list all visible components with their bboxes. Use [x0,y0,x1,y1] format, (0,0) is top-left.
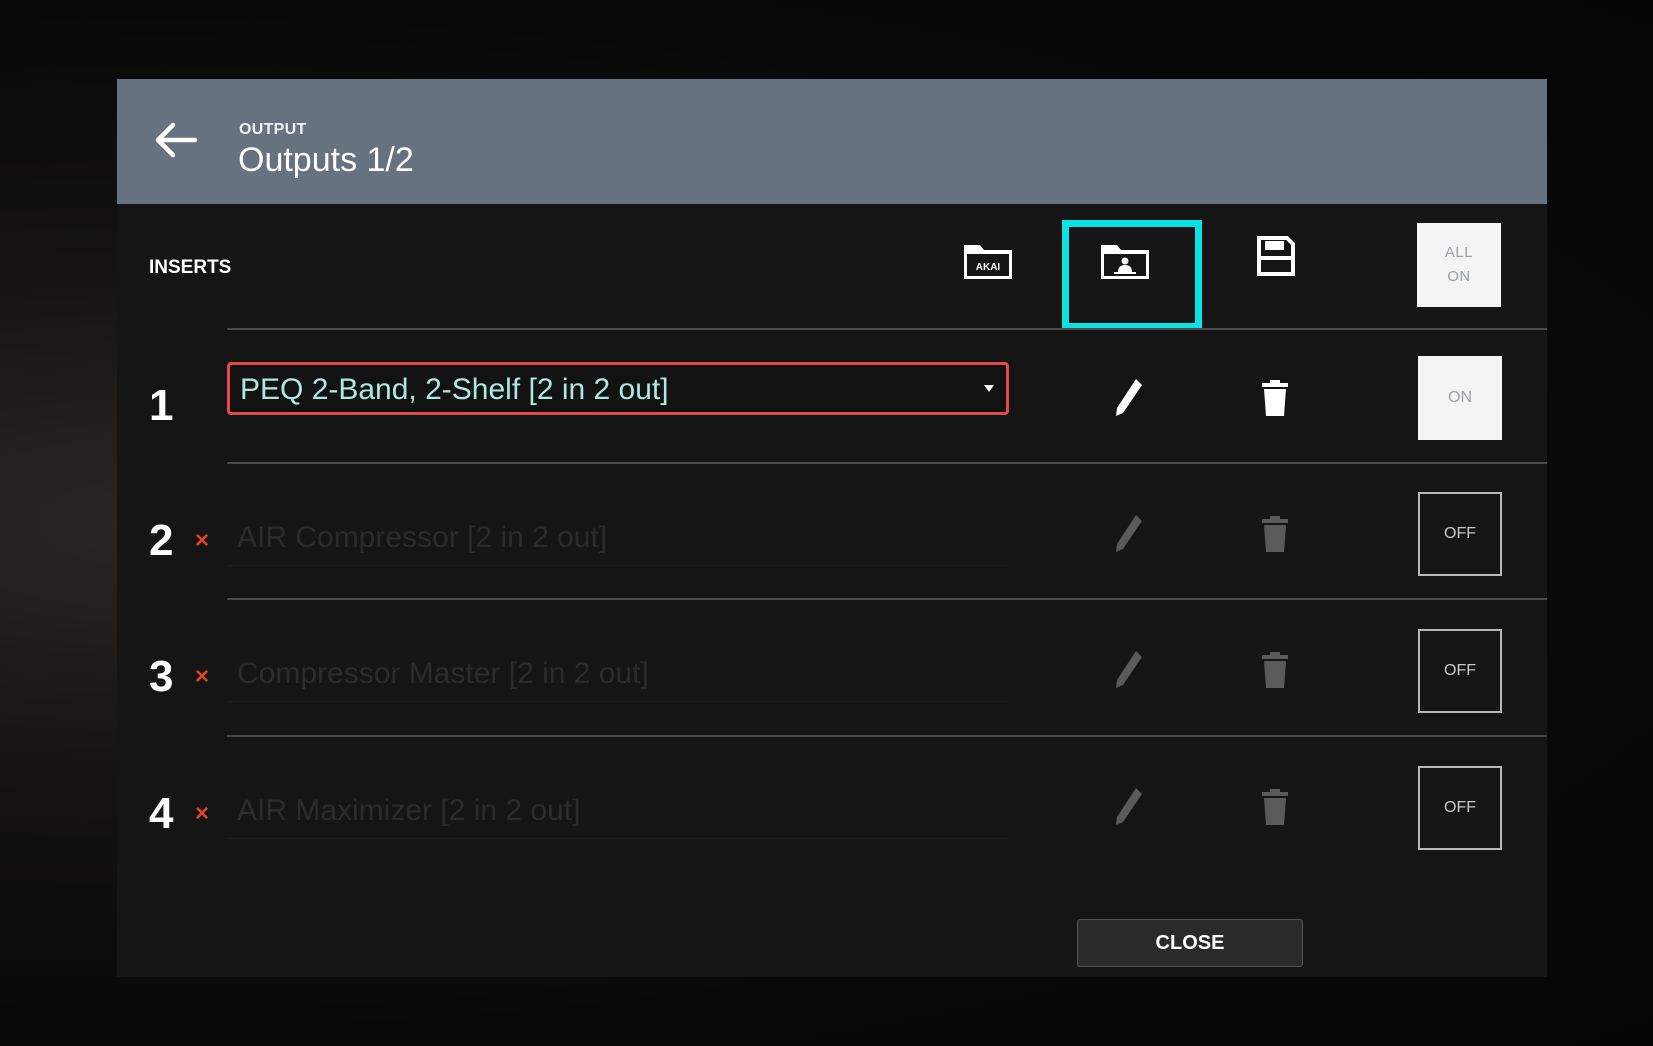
all-on-button[interactable]: ALL ON [1417,223,1501,307]
delete-plugin-button-2[interactable] [1259,515,1291,558]
delete-plugin-button-4[interactable] [1259,788,1291,831]
insert-toggle-2[interactable]: OFF [1418,492,1502,576]
pencil-icon [1116,651,1142,688]
page-title: Outputs 1/2 [238,141,414,179]
edit-plugin-button-2[interactable] [1112,511,1146,560]
insert-toggle-1[interactable]: ON [1418,356,1502,440]
trash-icon [1262,380,1288,416]
output-inserts-screen: OUTPUT Outputs 1/2 INSERTS AKAI ALL ON 1… [117,79,1547,977]
insert-number: 4 [149,789,174,838]
plugin-name: PEQ 2-Band, 2-Shelf [2 in 2 out] [240,373,669,406]
back-button[interactable] [151,117,201,163]
insert-number: 3 [149,652,174,701]
save-icon [1257,236,1295,276]
edit-plugin-button-1[interactable] [1112,375,1146,424]
insert-number: 1 [149,381,174,430]
insert-number: 2 [149,516,174,565]
plugin-name: AIR Compressor [2 in 2 out] [237,521,608,554]
delete-plugin-button-1[interactable] [1259,379,1291,422]
insert-toggle-4[interactable]: OFF [1418,766,1502,850]
user-folder-icon [1101,245,1149,279]
akai-folder-text: AKAI [976,262,1001,273]
trash-icon [1262,652,1288,688]
plugin-name: AIR Maximizer [2 in 2 out] [237,794,581,827]
pencil-icon [1116,379,1142,416]
divider [227,462,1547,464]
divider [227,598,1547,600]
disabled-marker-icon: × [195,800,210,827]
plugin-select-3[interactable]: Compressor Master [2 in 2 out] [227,651,1009,702]
disabled-marker-icon: × [195,663,210,690]
plugin-select-4[interactable]: AIR Maximizer [2 in 2 out] [227,788,1009,839]
inserts-label: INSERTS [149,257,232,278]
akai-folder-icon: AKAI [964,245,1012,279]
all-on-label-line1: ALL [1444,244,1474,261]
load-akai-preset-button[interactable]: AKAI [962,239,1014,286]
edit-plugin-button-4[interactable] [1112,784,1146,833]
trash-icon [1262,789,1288,825]
plugin-name: Compressor Master [2 in 2 out] [237,657,649,690]
pencil-icon [1116,788,1142,825]
dropdown-arrow-icon [984,385,994,392]
edit-plugin-button-3[interactable] [1112,647,1146,696]
disabled-marker-icon: × [195,527,210,554]
load-user-preset-button[interactable] [1099,241,1151,286]
insert-toggle-3[interactable]: OFF [1418,629,1502,713]
header-subtitle: OUTPUT [239,121,307,138]
pencil-icon [1116,515,1142,552]
trash-icon [1262,516,1288,552]
divider [227,735,1547,737]
header-bar: OUTPUT Outputs 1/2 [117,79,1547,204]
arrow-left-icon [155,122,198,158]
divider [227,328,1547,330]
all-on-label-line2: ON [1447,268,1471,285]
plugin-select-1[interactable]: PEQ 2-Band, 2-Shelf [2 in 2 out] [227,362,1009,415]
close-button[interactable]: CLOSE [1077,919,1303,967]
delete-plugin-button-3[interactable] [1259,651,1291,694]
save-preset-button[interactable] [1256,235,1296,282]
plugin-select-2[interactable]: AIR Compressor [2 in 2 out] [227,515,1009,566]
